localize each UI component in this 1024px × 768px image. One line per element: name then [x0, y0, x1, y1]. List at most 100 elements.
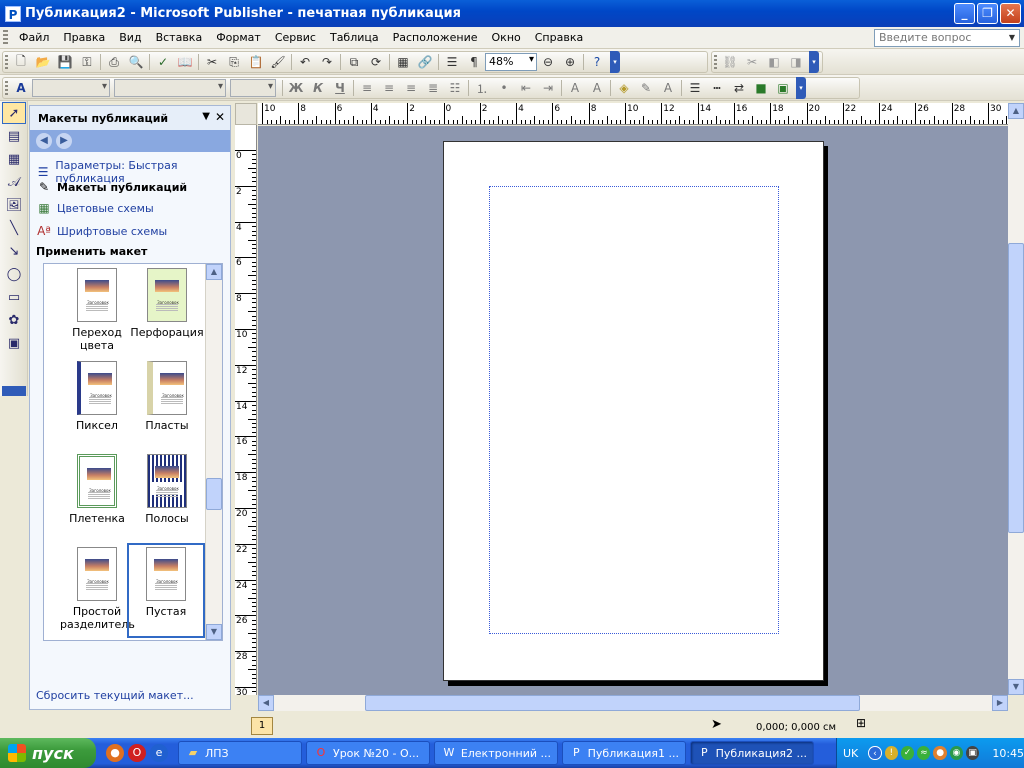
- taskbar-button-opera[interactable]: O Урок №20 - О...: [306, 741, 430, 765]
- tray-check-icon[interactable]: ✓: [900, 746, 915, 760]
- align-right-icon[interactable]: ≡: [400, 78, 422, 98]
- scroll-thumb[interactable]: [1008, 243, 1024, 533]
- page-navigator-1[interactable]: 1: [251, 717, 273, 735]
- layout-thumb-selected[interactable]: Заголовок Пустая: [127, 543, 205, 638]
- autoshapes-icon[interactable]: ✿: [2, 309, 26, 331]
- line-style-icon[interactable]: ☰: [684, 78, 706, 98]
- layout-thumb[interactable]: Заголовок Плетенка: [60, 454, 134, 525]
- menu-arrange[interactable]: Расположение: [386, 31, 485, 44]
- reset-layout-link[interactable]: Сбросить текущий макет...: [36, 689, 194, 702]
- hyperlink-icon[interactable]: 🔗: [414, 52, 436, 72]
- scroll-thumb[interactable]: [206, 478, 222, 510]
- help-question-input[interactable]: Введите вопрос ▼: [874, 29, 1020, 47]
- line-icon[interactable]: ╲: [2, 217, 26, 239]
- copy-icon[interactable]: ⎘: [223, 52, 245, 72]
- help-icon[interactable]: ?: [586, 52, 608, 72]
- spelling-icon[interactable]: ✓: [152, 52, 174, 72]
- taskbar-button-word[interactable]: W Електронний ...: [434, 741, 558, 765]
- scroll-right-icon[interactable]: ▶: [992, 695, 1008, 711]
- previous-box-icon[interactable]: ◧: [763, 52, 785, 72]
- underline-button[interactable]: Ч: [329, 78, 351, 98]
- bold-button[interactable]: Ж: [285, 78, 307, 98]
- chevron-down-icon[interactable]: ▼: [1006, 31, 1018, 45]
- menu-help[interactable]: Справка: [528, 31, 590, 44]
- decrease-indent-icon[interactable]: ⇤: [515, 78, 537, 98]
- forward-icon[interactable]: ▶: [56, 133, 72, 149]
- distribute-icon[interactable]: ☷: [444, 78, 466, 98]
- network-icon[interactable]: ≈: [917, 746, 931, 760]
- cut-icon[interactable]: ✂: [201, 52, 223, 72]
- scroll-down-icon[interactable]: ▼: [206, 624, 222, 640]
- toolbar-options-button[interactable]: ▾: [809, 51, 819, 73]
- start-button[interactable]: пуск: [0, 738, 96, 768]
- new-icon[interactable]: 🗋: [10, 52, 32, 72]
- zoom-select[interactable]: 48%: [485, 53, 537, 71]
- pilcrow-icon[interactable]: ¶: [463, 52, 485, 72]
- justify-icon[interactable]: ≣: [422, 78, 444, 98]
- toolbar-options-button[interactable]: [2, 386, 26, 396]
- select-pointer-icon[interactable]: ➚: [2, 102, 26, 124]
- rotate-icon[interactable]: ⟳: [365, 52, 387, 72]
- taskbar-button-publication1[interactable]: P Публикация1 ...: [562, 741, 686, 765]
- design-gallery-icon[interactable]: ▣: [2, 332, 26, 354]
- styles-icon[interactable]: A: [10, 78, 32, 98]
- paste-icon[interactable]: 📋: [245, 52, 267, 72]
- menu-edit[interactable]: Правка: [56, 31, 112, 44]
- wordart-icon[interactable]: 𝒜: [2, 171, 26, 193]
- font-select[interactable]: [114, 79, 226, 97]
- layout-thumb[interactable]: Заголовок Пласты: [130, 361, 204, 432]
- style-select[interactable]: [32, 79, 110, 97]
- vertical-ruler[interactable]: 0 2 4 6 8 10 12 14 16 18 20 22 24 26 28 30: [235, 125, 257, 695]
- insert-picture-icon[interactable]: ▦: [392, 52, 414, 72]
- link-color-schemes[interactable]: ▦ Цветовые схемы: [36, 201, 153, 215]
- menu-insert[interactable]: Вставка: [149, 31, 210, 44]
- layout-thumb[interactable]: Заголовок Полосы: [130, 454, 204, 525]
- firefox-icon[interactable]: ●: [106, 744, 124, 762]
- tray-arrow-icon[interactable]: ‹: [868, 746, 882, 760]
- tray-green-icon[interactable]: ◉: [949, 746, 964, 760]
- align-center-icon[interactable]: ≡: [378, 78, 400, 98]
- increase-font-icon[interactable]: A: [586, 78, 608, 98]
- 3d-icon[interactable]: ▣: [772, 78, 794, 98]
- opera-icon[interactable]: O: [128, 744, 146, 762]
- horizontal-ruler[interactable]: 10 8 6 4 2 0 2 4 6 8 10 12 14 16 18 20 22 24 26 28 30: [258, 103, 1008, 125]
- menu-window[interactable]: Окно: [485, 31, 528, 44]
- internet-explorer-icon[interactable]: e: [150, 744, 168, 762]
- zoom-out-icon[interactable]: ⊖: [537, 52, 559, 72]
- minimize-button[interactable]: _: [954, 3, 975, 24]
- increase-indent-icon[interactable]: ⇥: [537, 78, 559, 98]
- publication-page[interactable]: [443, 141, 824, 681]
- gallery-scrollbar[interactable]: ▲ ▼: [205, 264, 222, 640]
- menubar-grip[interactable]: [3, 29, 8, 46]
- oval-icon[interactable]: ◯: [2, 263, 26, 285]
- tray-device-icon[interactable]: ▣: [966, 746, 980, 760]
- vertical-scrollbar[interactable]: ▲ ▼: [1008, 103, 1024, 695]
- shadow-icon[interactable]: ■: [750, 78, 772, 98]
- taskbar-button-lpz[interactable]: ▰ ЛПЗ: [178, 741, 302, 765]
- link-text-box-icon[interactable]: ⛓: [719, 52, 741, 72]
- close-icon[interactable]: ✕: [215, 110, 225, 124]
- horizontal-scrollbar[interactable]: ◀ ▶: [258, 695, 1008, 711]
- language-indicator[interactable]: UK: [843, 747, 858, 760]
- zoom-in-icon[interactable]: ⊕: [559, 52, 581, 72]
- align-left-icon[interactable]: ≡: [356, 78, 378, 98]
- scroll-thumb[interactable]: [365, 695, 860, 711]
- arrow-icon[interactable]: ↘: [2, 240, 26, 262]
- undo-icon[interactable]: ↶: [294, 52, 316, 72]
- menu-format[interactable]: Формат: [209, 31, 268, 44]
- scroll-left-icon[interactable]: ◀: [258, 695, 274, 711]
- numbering-icon[interactable]: ⒈: [471, 78, 493, 98]
- publisher-app-icon[interactable]: P: [5, 5, 21, 22]
- menu-tools[interactable]: Сервис: [268, 31, 323, 44]
- open-icon[interactable]: 📂: [32, 52, 54, 72]
- dash-style-icon[interactable]: ┅: [706, 78, 728, 98]
- security-shield-icon[interactable]: !: [884, 746, 898, 760]
- taskbar-button-publication2[interactable]: P Публикация2 ...: [690, 741, 814, 765]
- toolbar-options-button[interactable]: ▾: [610, 51, 620, 73]
- layout-thumb[interactable]: Заголовок Пиксел: [60, 361, 134, 432]
- menu-file[interactable]: Файл: [12, 31, 56, 44]
- bullets-icon[interactable]: •: [493, 78, 515, 98]
- text-box-icon[interactable]: ▤: [2, 125, 26, 147]
- workspace[interactable]: [258, 126, 1008, 695]
- scroll-up-icon[interactable]: ▲: [1008, 103, 1024, 119]
